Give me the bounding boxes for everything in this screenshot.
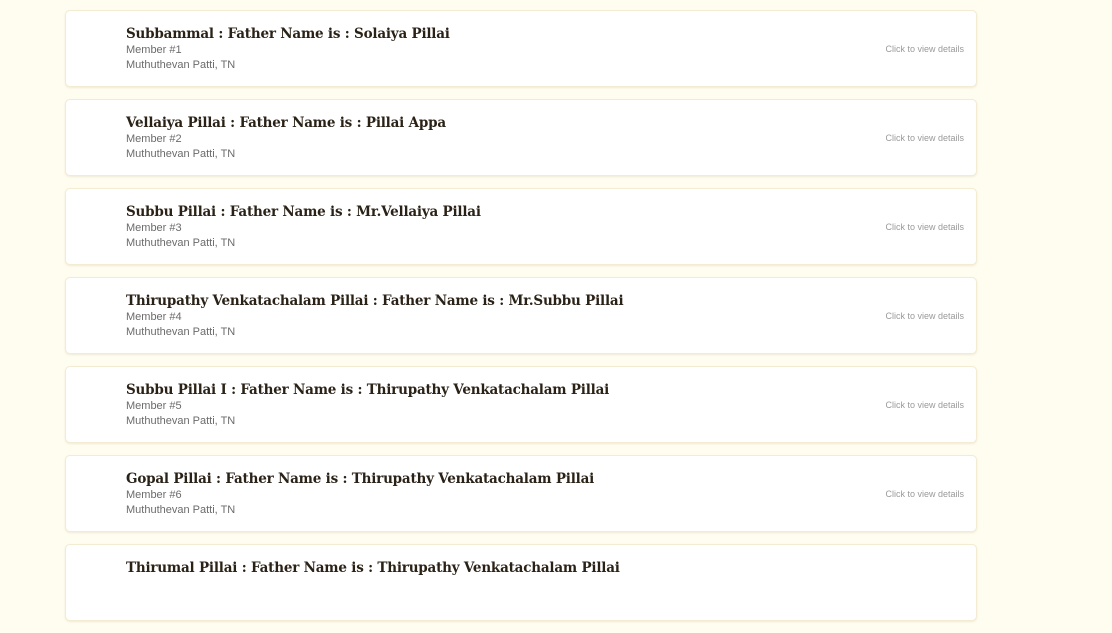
member-location: Muthuthevan Patti, TN (126, 237, 236, 249)
member-card-body: Subbu Pillai : Father Name is : Mr.Vella… (126, 203, 481, 251)
member-number: Member #1 (126, 44, 182, 56)
view-details-link[interactable]: Click to view details (885, 489, 964, 499)
view-details-link[interactable]: Click to view details (885, 311, 964, 321)
member-card-body: Vellaiya Pillai : Father Name is : Pilla… (126, 114, 446, 162)
member-card-body: Subbammal : Father Name is : Solaiya Pil… (126, 25, 450, 73)
member-card[interactable]: Gopal Pillai : Father Name is : Thirupat… (65, 455, 977, 532)
member-title: Subbu Pillai : Father Name is : Mr.Vella… (126, 204, 481, 220)
member-location: Muthuthevan Patti, TN (126, 148, 236, 160)
member-card-body: Thirumal Pillai : Father Name is : Thiru… (126, 559, 620, 577)
member-location: Muthuthevan Patti, TN (126, 415, 236, 427)
member-card[interactable]: Thirupathy Venkatachalam Pillai : Father… (65, 277, 977, 354)
member-card[interactable]: Thirumal Pillai : Father Name is : Thiru… (65, 544, 977, 621)
member-number: Member #4 (126, 311, 182, 323)
member-card-body: Gopal Pillai : Father Name is : Thirupat… (126, 470, 594, 518)
member-title: Thirupathy Venkatachalam Pillai : Father… (126, 293, 624, 309)
member-card[interactable]: Vellaiya Pillai : Father Name is : Pilla… (65, 99, 977, 176)
member-location: Muthuthevan Patti, TN (126, 504, 236, 516)
member-card[interactable]: Subbammal : Father Name is : Solaiya Pil… (65, 10, 977, 87)
member-location: Muthuthevan Patti, TN (126, 59, 236, 71)
member-card-body: Subbu Pillai I : Father Name is : Thirup… (126, 381, 609, 429)
member-location: Muthuthevan Patti, TN (126, 326, 236, 338)
member-number: Member #5 (126, 400, 182, 412)
member-title: Gopal Pillai : Father Name is : Thirupat… (126, 471, 595, 487)
member-title: Vellaiya Pillai : Father Name is : Pilla… (126, 115, 446, 131)
member-title: Subbu Pillai I : Father Name is : Thirup… (126, 382, 610, 398)
member-card[interactable]: Subbu Pillai : Father Name is : Mr.Vella… (65, 188, 977, 265)
view-details-link[interactable]: Click to view details (885, 133, 964, 143)
member-number: Member #3 (126, 222, 182, 234)
view-details-link[interactable]: Click to view details (885, 222, 964, 232)
view-details-link[interactable]: Click to view details (885, 44, 964, 54)
member-title: Subbammal : Father Name is : Solaiya Pil… (126, 26, 450, 42)
member-number: Member #6 (126, 489, 182, 501)
member-card-body: Thirupathy Venkatachalam Pillai : Father… (126, 292, 624, 340)
member-number: Member #2 (126, 133, 182, 145)
member-list: Subbammal : Father Name is : Solaiya Pil… (65, 10, 977, 633)
view-details-link[interactable]: Click to view details (885, 400, 964, 410)
member-title: Thirumal Pillai : Father Name is : Thiru… (126, 560, 620, 576)
member-card[interactable]: Subbu Pillai I : Father Name is : Thirup… (65, 366, 977, 443)
